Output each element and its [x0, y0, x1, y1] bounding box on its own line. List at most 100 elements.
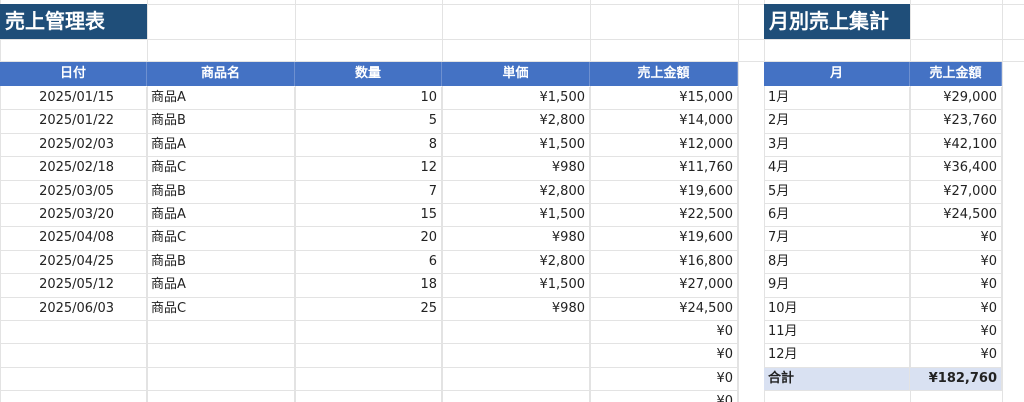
date-cell[interactable] — [0, 320, 147, 345]
quantity-cell[interactable]: 18 — [295, 274, 442, 298]
month-cell[interactable]: 6月 — [764, 203, 910, 228]
product-cell[interactable]: 商品B — [147, 110, 295, 134]
sales-amount-cell[interactable]: ¥11,760 — [590, 157, 738, 181]
date-cell[interactable]: 2025/04/25 — [0, 250, 147, 275]
month-cell[interactable]: 3月 — [764, 133, 910, 158]
month-cell[interactable]: 4月 — [764, 157, 910, 181]
sales-amount-cell[interactable]: ¥16,800 — [590, 250, 738, 275]
sheet-title[interactable]: 売上管理表 — [0, 4, 147, 39]
quantity-cell[interactable]: 5 — [295, 110, 442, 134]
monthly-amount-cell[interactable]: ¥29,000 — [910, 87, 1002, 111]
monthly-summary-title[interactable]: 月別売上集計 — [764, 4, 910, 39]
product-cell[interactable]: 商品C — [147, 227, 295, 251]
quantity-cell[interactable] — [295, 391, 442, 402]
product-cell[interactable]: 商品A — [147, 87, 295, 111]
unit-price-cell[interactable]: ¥1,500 — [442, 133, 590, 158]
unit-price-cell[interactable] — [442, 391, 590, 402]
product-cell[interactable]: 商品A — [147, 133, 295, 158]
quantity-cell[interactable]: 10 — [295, 87, 442, 111]
month-cell[interactable]: 11月 — [764, 320, 910, 345]
quantity-cell[interactable] — [295, 320, 442, 345]
month-cell[interactable]: 9月 — [764, 274, 910, 298]
quantity-cell[interactable] — [295, 344, 442, 368]
sales-amount-cell[interactable]: ¥24,500 — [590, 297, 738, 321]
total-label-cell[interactable]: 合計 — [764, 367, 910, 392]
monthly-amount-cell[interactable]: ¥42,100 — [910, 133, 1002, 158]
monthly-amount-cell[interactable]: ¥0 — [910, 250, 1002, 275]
monthly-amount-cell[interactable]: ¥0 — [910, 227, 1002, 251]
quantity-cell[interactable]: 25 — [295, 297, 442, 321]
quantity-cell[interactable]: 20 — [295, 227, 442, 251]
header-sales-amount[interactable]: 売上金額 — [590, 62, 738, 86]
unit-price-cell[interactable]: ¥1,500 — [442, 87, 590, 111]
header-monthly-amount[interactable]: 売上金額 — [910, 62, 1002, 86]
unit-price-cell[interactable]: ¥980 — [442, 157, 590, 181]
product-cell[interactable]: 商品B — [147, 250, 295, 275]
quantity-cell[interactable]: 8 — [295, 133, 442, 158]
monthly-amount-cell[interactable]: ¥24,500 — [910, 203, 1002, 228]
month-cell[interactable]: 5月 — [764, 180, 910, 204]
date-cell[interactable] — [0, 367, 147, 392]
unit-price-cell[interactable]: ¥2,800 — [442, 110, 590, 134]
product-cell[interactable] — [147, 391, 295, 402]
sales-amount-cell[interactable]: ¥22,500 — [590, 203, 738, 228]
sales-amount-cell[interactable]: ¥15,000 — [590, 87, 738, 111]
quantity-cell[interactable]: 6 — [295, 250, 442, 275]
date-cell[interactable] — [0, 344, 147, 368]
month-cell[interactable]: 10月 — [764, 297, 910, 321]
product-cell[interactable]: 商品A — [147, 274, 295, 298]
header-date[interactable]: 日付 — [0, 62, 147, 86]
date-cell[interactable]: 2025/03/05 — [0, 180, 147, 204]
unit-price-cell[interactable]: ¥980 — [442, 227, 590, 251]
month-cell[interactable]: 8月 — [764, 250, 910, 275]
quantity-cell[interactable] — [295, 367, 442, 392]
monthly-amount-cell[interactable]: ¥0 — [910, 344, 1002, 368]
header-month[interactable]: 月 — [764, 62, 910, 86]
quantity-cell[interactable]: 15 — [295, 203, 442, 228]
sales-amount-cell[interactable]: ¥0 — [590, 391, 738, 402]
month-cell[interactable]: 7月 — [764, 227, 910, 251]
sales-amount-cell[interactable]: ¥14,000 — [590, 110, 738, 134]
unit-price-cell[interactable]: ¥980 — [442, 297, 590, 321]
month-cell[interactable]: 2月 — [764, 110, 910, 134]
unit-price-cell[interactable]: ¥2,800 — [442, 250, 590, 275]
product-cell[interactable] — [147, 367, 295, 392]
monthly-amount-cell[interactable]: ¥27,000 — [910, 180, 1002, 204]
product-cell[interactable]: 商品C — [147, 157, 295, 181]
month-cell[interactable]: 12月 — [764, 344, 910, 368]
sales-amount-cell[interactable]: ¥0 — [590, 320, 738, 345]
product-cell[interactable]: 商品A — [147, 203, 295, 228]
product-cell[interactable]: 商品C — [147, 297, 295, 321]
sales-amount-cell[interactable]: ¥19,600 — [590, 227, 738, 251]
date-cell[interactable]: 2025/01/15 — [0, 87, 147, 111]
unit-price-cell[interactable] — [442, 367, 590, 392]
sales-amount-cell[interactable]: ¥0 — [590, 367, 738, 392]
monthly-amount-cell[interactable]: ¥0 — [910, 274, 1002, 298]
header-unit-price[interactable]: 単価 — [442, 62, 590, 86]
header-product[interactable]: 商品名 — [147, 62, 295, 86]
sales-amount-cell[interactable]: ¥19,600 — [590, 180, 738, 204]
product-cell[interactable] — [147, 320, 295, 345]
date-cell[interactable]: 2025/06/03 — [0, 297, 147, 321]
unit-price-cell[interactable]: ¥1,500 — [442, 203, 590, 228]
monthly-amount-cell[interactable]: ¥23,760 — [910, 110, 1002, 134]
date-cell[interactable]: 2025/02/03 — [0, 133, 147, 158]
unit-price-cell[interactable] — [442, 344, 590, 368]
date-cell[interactable]: 2025/02/18 — [0, 157, 147, 181]
product-cell[interactable] — [147, 344, 295, 368]
monthly-amount-cell[interactable]: ¥0 — [910, 297, 1002, 321]
quantity-cell[interactable]: 7 — [295, 180, 442, 204]
month-cell[interactable]: 1月 — [764, 87, 910, 111]
unit-price-cell[interactable]: ¥2,800 — [442, 180, 590, 204]
unit-price-cell[interactable]: ¥1,500 — [442, 274, 590, 298]
sales-amount-cell[interactable]: ¥12,000 — [590, 133, 738, 158]
quantity-cell[interactable]: 12 — [295, 157, 442, 181]
sales-amount-cell[interactable]: ¥0 — [590, 344, 738, 368]
date-cell[interactable]: 2025/03/20 — [0, 203, 147, 228]
date-cell[interactable]: 2025/05/12 — [0, 274, 147, 298]
monthly-amount-cell[interactable]: ¥36,400 — [910, 157, 1002, 181]
date-cell[interactable]: 2025/01/22 — [0, 110, 147, 134]
unit-price-cell[interactable] — [442, 320, 590, 345]
total-amount-cell[interactable]: ¥182,760 — [910, 367, 1002, 392]
product-cell[interactable]: 商品B — [147, 180, 295, 204]
